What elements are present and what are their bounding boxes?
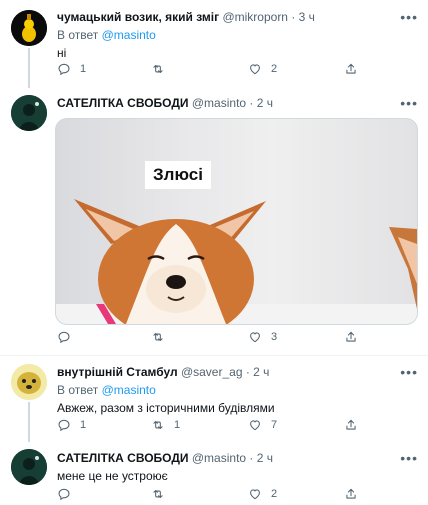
share-button[interactable] (344, 330, 367, 344)
avatar[interactable] (11, 449, 47, 485)
tweet[interactable]: внутрішній Стамбул @saver_ag · 2 ч В отв… (0, 356, 428, 442)
like-icon (248, 330, 262, 344)
avatar[interactable] (11, 95, 47, 131)
thread-line (28, 48, 30, 88)
tweet-text: мене це не устроює (57, 469, 168, 483)
timestamp[interactable]: · 2 ч (246, 365, 270, 379)
author-handle[interactable]: @saver_ag (181, 365, 243, 379)
thread-line (28, 402, 30, 442)
author-handle[interactable]: @masinto (192, 451, 246, 465)
share-icon (344, 330, 358, 344)
reply-button[interactable] (57, 330, 80, 344)
author-name[interactable]: внутрішній Стамбул (57, 365, 178, 379)
like-count: 7 (271, 419, 278, 431)
more-icon[interactable]: ••• (400, 10, 418, 24)
like-count: 3 (271, 331, 278, 343)
share-icon (344, 418, 358, 432)
reply-icon (57, 487, 71, 501)
retweet-button[interactable] (151, 330, 174, 344)
reply-button[interactable] (57, 487, 80, 501)
reply-button[interactable]: 1 (57, 418, 86, 432)
reply-prefix: В ответ (57, 28, 99, 42)
author-name[interactable]: САТЕЛІТКА СВОБОДИ (57, 451, 189, 465)
timestamp[interactable]: · 2 ч (249, 451, 273, 465)
like-button[interactable]: 7 (248, 418, 277, 432)
timestamp[interactable]: · 2 ч (249, 96, 273, 110)
tweet[interactable]: САТЕЛІТКА СВОБОДИ @masinto · 2 ч мене це… (0, 442, 428, 505)
share-button[interactable] (344, 487, 367, 501)
reply-context: В ответ @masinto (57, 27, 418, 43)
tweet[interactable]: чумацький возик, який зміг @mikroporn · … (0, 0, 428, 88)
tweet-text: ні (57, 46, 67, 60)
author-handle[interactable]: @mikroporn (222, 10, 288, 24)
retweet-icon (151, 487, 165, 501)
reply-count: 1 (80, 63, 87, 75)
share-icon (344, 62, 358, 76)
tweet-header: чумацький возик, який зміг @mikroporn · … (57, 9, 418, 25)
more-icon[interactable]: ••• (400, 96, 418, 110)
tweet-header: внутрішній Стамбул @saver_ag · 2 ч (57, 364, 418, 380)
retweet-icon (151, 418, 165, 432)
like-icon (248, 487, 262, 501)
reply-prefix: В ответ (57, 383, 99, 397)
retweet-button[interactable] (151, 62, 174, 76)
retweet-button[interactable]: 1 (151, 418, 180, 432)
author-name[interactable]: САТЕЛІТКА СВОБОДИ (57, 96, 189, 110)
image-caption: Злюсі (145, 161, 211, 189)
retweet-icon (151, 330, 165, 344)
more-icon[interactable]: ••• (400, 365, 418, 379)
mention-link[interactable]: @masinto (102, 383, 156, 397)
retweet-button[interactable] (151, 487, 174, 501)
share-button[interactable] (344, 62, 367, 76)
retweet-icon (151, 62, 165, 76)
reply-context: В ответ @masinto (57, 382, 418, 398)
mention-link[interactable]: @masinto (102, 28, 156, 42)
corgi-image (56, 199, 417, 324)
like-button[interactable]: 2 (248, 62, 277, 76)
tweet-media-image[interactable]: Злюсі (55, 118, 418, 325)
tweet-header: САТЕЛІТКА СВОБОДИ @masinto · 2 ч (57, 95, 418, 111)
like-count: 2 (271, 63, 278, 75)
retweet-count: 1 (174, 419, 181, 431)
reply-button[interactable]: 1 (57, 62, 86, 76)
tweet-text: Авжеж, разом з історичними будівлями (57, 401, 275, 415)
avatar-image (11, 95, 47, 131)
share-icon (344, 487, 358, 501)
more-icon[interactable]: ••• (400, 451, 418, 465)
avatar-image (11, 364, 47, 400)
reply-icon (57, 418, 71, 432)
like-button[interactable]: 3 (248, 330, 277, 344)
avatar[interactable] (11, 364, 47, 400)
avatar-image (11, 449, 47, 485)
avatar[interactable] (11, 10, 47, 46)
like-icon (248, 62, 262, 76)
author-name[interactable]: чумацький возик, який зміг (57, 10, 219, 24)
tweet-header: САТЕЛІТКА СВОБОДИ @masinto · 2 ч (57, 450, 418, 466)
share-button[interactable] (344, 418, 367, 432)
reply-icon (57, 330, 71, 344)
like-count: 2 (271, 488, 278, 500)
reply-icon (57, 62, 71, 76)
like-button[interactable]: 2 (248, 487, 277, 501)
author-handle[interactable]: @masinto (192, 96, 246, 110)
avatar-image (11, 10, 47, 46)
timestamp[interactable]: · 3 ч (291, 10, 315, 24)
like-icon (248, 418, 262, 432)
reply-count: 1 (80, 419, 87, 431)
